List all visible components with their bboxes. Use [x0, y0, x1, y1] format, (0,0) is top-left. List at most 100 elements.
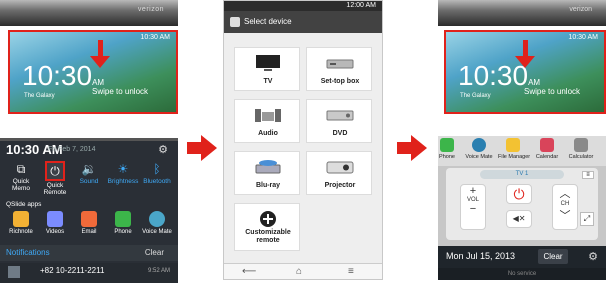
panel-header: 10:30 AM Fri Feb 7, 2014 ⚙ — [0, 141, 178, 159]
sound-icon: 🔉 — [81, 162, 97, 176]
add-icon — [260, 211, 276, 227]
tv-tab[interactable]: TV 1 — [480, 170, 564, 179]
middle-phone: 12:00 AM Select device TV Set-top box Au… — [223, 0, 383, 280]
brightness-toggle[interactable]: ☀ Brightness — [106, 161, 140, 197]
qslide-apps-row: Phone Voice Mate File Manager Calendar C… — [438, 136, 606, 166]
brand-label: verizon — [137, 6, 164, 13]
device-projector[interactable]: Projector — [306, 151, 372, 195]
call-number: +82 10-2211-2211 — [40, 266, 105, 275]
brightness-icon: ☀ — [117, 162, 129, 176]
power-icon: ⏻ — [50, 164, 60, 178]
arrow-right-icon — [397, 135, 427, 161]
projector-icon — [326, 161, 354, 174]
app-file-manager[interactable]: File Manager — [498, 138, 530, 160]
clear-button[interactable]: Clear — [538, 249, 568, 264]
device-dvd[interactable]: DVD — [306, 99, 372, 143]
bluetooth-icon: ᛒ — [153, 162, 161, 176]
phone-icon — [115, 211, 131, 227]
sound-toggle[interactable]: 🔉 Sound — [72, 161, 106, 197]
panel-date: Fri Feb 7, 2014 — [48, 146, 96, 153]
phone-bezel: verizon — [438, 0, 606, 26]
mute-button[interactable]: ◀✕ — [506, 210, 532, 228]
home-icon[interactable]: ⌂ — [296, 266, 302, 277]
arrow-down-icon — [515, 40, 535, 70]
chevron-down-icon[interactable]: ﹀ — [553, 207, 577, 223]
page-title: Select device — [244, 17, 292, 26]
app-voice-mate[interactable]: Voice Mate — [140, 211, 174, 235]
lock-screen[interactable]: 10:30 AM 10:30AM The Galaxy Swipe to unl… — [444, 30, 606, 114]
call-time: 9:52 AM — [147, 268, 170, 274]
call-notification[interactable]: +82 10-2211-2211 9:52 AM — [0, 263, 178, 283]
app-calculator[interactable]: Calculator — [566, 138, 596, 160]
left-phone: verizon 10:30 AM 10:30AM The Galaxy Swip… — [0, 0, 178, 283]
quick-memo-toggle[interactable]: ⧉ Quick Memo — [4, 161, 38, 197]
quick-remote-widget: TV 1 ≡ + VOL − ⏻ ◀✕ ︿ CH ﹀ ⤢ — [446, 168, 598, 240]
audio-icon — [255, 109, 281, 122]
device-audio[interactable]: Audio — [234, 99, 300, 143]
contact-icon — [8, 266, 20, 278]
calendar-icon — [540, 138, 554, 152]
device-set-top-box[interactable]: Set-top box — [306, 47, 372, 91]
richnote-icon — [13, 211, 29, 227]
voice-mate-icon — [472, 138, 486, 152]
app-phone[interactable]: Phone — [106, 211, 140, 235]
gear-icon[interactable]: ⚙ — [588, 250, 598, 263]
app-richnote[interactable]: Richnote — [4, 211, 38, 235]
swipe-hint: Swipe to unlock — [524, 87, 581, 96]
remote-app-icon — [230, 17, 240, 27]
arrow-down-icon — [90, 40, 110, 70]
email-icon — [81, 211, 97, 227]
navigation-bar: ⟵ ⌂ ≡ — [224, 263, 382, 279]
blu-ray-icon — [255, 160, 281, 174]
panel-date: Mon Jul 15, 2013 — [446, 251, 516, 261]
device-customizable-remote[interactable]: Customizable remote — [234, 203, 300, 251]
channel-rocker[interactable]: ︿ CH ﹀ — [552, 184, 578, 230]
remote-menu-button[interactable]: ≡ — [582, 171, 594, 179]
tv-icon — [256, 55, 280, 71]
quick-remote-toggle[interactable]: ⏻ Quick Remote — [38, 161, 72, 197]
phone-bezel: verizon — [0, 0, 178, 26]
qslide-label: QSlide apps — [6, 201, 42, 208]
app-phone[interactable]: Phone — [432, 138, 462, 160]
carrier-status: No service — [438, 268, 606, 280]
back-icon[interactable]: ⟵ — [242, 266, 256, 277]
bluetooth-toggle[interactable]: ᛒ Bluetooth — [140, 161, 174, 197]
clear-button[interactable]: Clear — [145, 248, 164, 257]
app-email[interactable]: Email — [72, 211, 106, 235]
notifications-title: Notifications — [6, 248, 50, 257]
app-videos[interactable]: Videos — [38, 211, 72, 235]
quick-memo-icon: ⧉ — [16, 162, 26, 176]
phone-icon — [440, 138, 454, 152]
device-blu-ray[interactable]: Blu-ray — [234, 151, 300, 195]
chevron-up-icon[interactable]: ︿ — [553, 185, 577, 201]
volume-up-icon[interactable]: + — [461, 185, 485, 197]
calculator-icon — [574, 138, 588, 152]
menu-icon[interactable]: ≡ — [348, 266, 354, 277]
status-bar-time: 12:00 AM — [224, 1, 382, 11]
device-tv[interactable]: TV — [234, 47, 300, 91]
status-bar-time: 10:30 AM — [140, 34, 170, 41]
dvd-icon — [326, 110, 354, 121]
file-manager-icon — [506, 138, 520, 152]
mute-icon: ◀✕ — [512, 214, 526, 223]
weather-label: The Galaxy — [460, 93, 491, 99]
volume-down-icon[interactable]: − — [461, 203, 485, 215]
lock-screen[interactable]: 10:30 AM 10:30AM The Galaxy Swipe to unl… — [8, 30, 178, 114]
notifications-bar: Notifications Clear — [0, 245, 178, 261]
app-calendar[interactable]: Calendar — [532, 138, 562, 160]
notification-panel: Phone Voice Mate File Manager Calendar C… — [438, 136, 606, 280]
power-button[interactable]: ⏻ — [506, 184, 532, 204]
arrow-right-icon — [187, 135, 217, 161]
panel-footer: Mon Jul 15, 2013 Clear ⚙ — [438, 246, 606, 268]
voice-mate-icon — [149, 211, 165, 227]
brand-label: verizon — [569, 6, 592, 13]
app-voice-mate[interactable]: Voice Mate — [464, 138, 494, 160]
expand-icon[interactable]: ⤢ — [580, 212, 594, 226]
swipe-hint: Swipe to unlock — [92, 87, 149, 96]
notification-panel: 10:30 AM Fri Feb 7, 2014 ⚙ ⧉ Quick Memo … — [0, 138, 178, 283]
power-icon: ⏻ — [513, 186, 525, 202]
right-phone: verizon 10:30 AM 10:30AM The Galaxy Swip… — [438, 0, 606, 280]
volume-rocker[interactable]: + VOL − — [460, 184, 486, 230]
select-device-header: Select device — [224, 11, 382, 33]
gear-icon[interactable]: ⚙ — [158, 143, 168, 156]
